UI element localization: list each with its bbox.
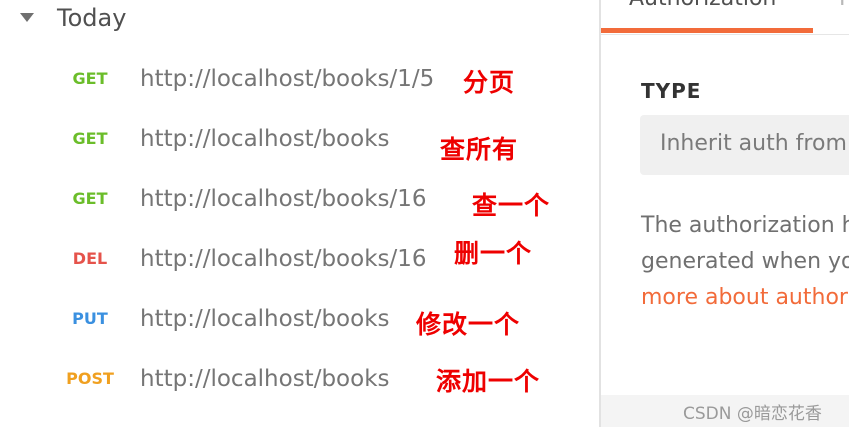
learn-more-link[interactable]: more about authorization [641, 280, 849, 316]
annotation-note: 添加一个 [436, 367, 541, 396]
description-line: generated when you send the request. Lea… [641, 249, 849, 274]
annotation-note: 查一个 [472, 191, 551, 220]
group-label: Today [57, 4, 127, 32]
tab-headers[interactable]: H [839, 0, 849, 11]
request-url: http://localhost/books [140, 366, 390, 392]
auth-type-value: Inherit auth from parent [660, 131, 849, 156]
caret-down-icon[interactable] [20, 13, 34, 22]
active-tab-indicator [601, 28, 813, 33]
auth-type-select[interactable]: Inherit auth from parent [640, 115, 849, 175]
request-url: http://localhost/books/1/5 [140, 66, 435, 92]
history-group-today[interactable]: Today [0, 0, 599, 40]
auth-type-label: TYPE [641, 79, 702, 103]
request-tabs: Authorization H [601, 0, 849, 35]
auth-panel: Authorization H TYPE Inherit auth from p… [601, 0, 849, 427]
auth-description: The authorization header will be automat… [641, 208, 849, 316]
annotation-note: 分页 [463, 68, 516, 97]
annotation-note: 修改一个 [416, 310, 521, 339]
request-url: http://localhost/books [140, 126, 390, 152]
description-line: The authorization header will be automat… [641, 213, 849, 238]
annotation-note: 删一个 [454, 239, 533, 268]
request-url: http://localhost/books/16 [140, 246, 427, 272]
request-url: http://localhost/books [140, 306, 390, 332]
tab-authorization[interactable]: Authorization [629, 0, 776, 11]
watermark: CSDN @暗恋花香 [683, 404, 822, 424]
history-panel: Today GET http://localhost/books/1/5 GET… [0, 0, 599, 427]
request-url: http://localhost/books/16 [140, 186, 427, 212]
annotation-note: 查所有 [440, 135, 519, 164]
